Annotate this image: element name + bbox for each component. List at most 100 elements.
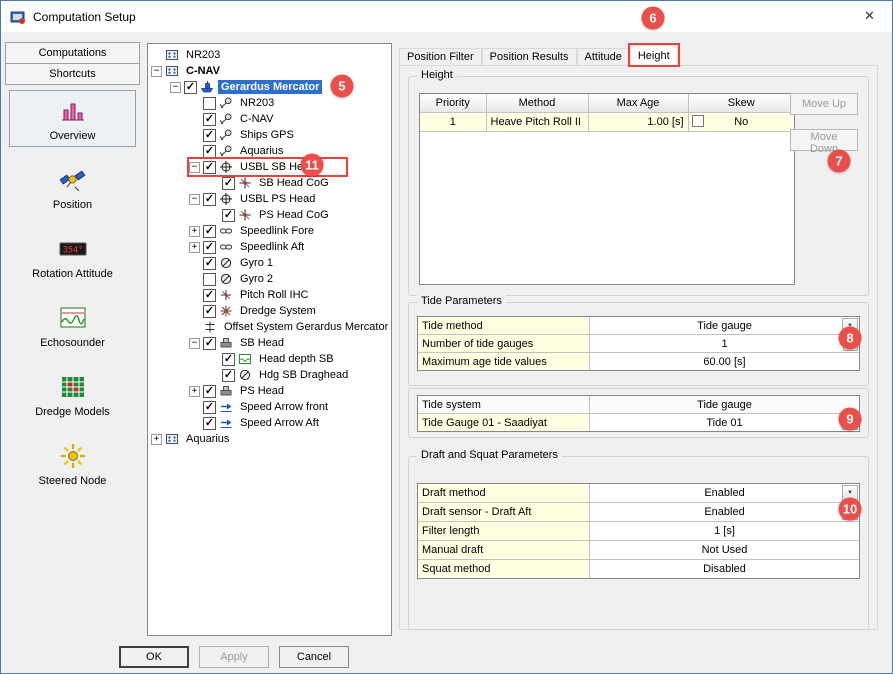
tab-attitude[interactable]: Attitude xyxy=(577,48,630,65)
gyro-icon xyxy=(219,272,234,286)
tree-item-pitch-roll-ihc-15[interactable]: ✓Pitch Roll IHC xyxy=(151,287,391,303)
tree-item-ships-gps-5[interactable]: ✓ Ships GPS xyxy=(151,127,391,143)
param-value[interactable]: 1▲▼ xyxy=(590,335,859,352)
expand-icon[interactable]: + xyxy=(151,434,162,445)
tree-checkbox[interactable]: ✓ xyxy=(203,385,216,398)
dredge-icon xyxy=(219,304,234,318)
tree-item-offset-system-gerardus-mercator-17[interactable]: Offset System Gerardus Mercator xyxy=(151,319,391,335)
tree-item-usbl-sb-head-7[interactable]: −✓USBL SB Head xyxy=(151,159,391,175)
tree-checkbox[interactable]: ✓ xyxy=(222,353,235,366)
tree-item-hdg-sb-draghead-20[interactable]: ✓Hdg SB Draghead xyxy=(151,367,391,383)
tree-item-speedlink-fore-11[interactable]: +✓Speedlink Fore xyxy=(151,223,391,239)
tree-item-c-nav-4[interactable]: ✓C-NAV xyxy=(151,111,391,127)
tree-item-label: PS Head CoG xyxy=(256,208,332,222)
sidebar-item-echosounder[interactable]: Echosounder xyxy=(9,297,136,354)
column-priority: Priority xyxy=(420,94,486,113)
tree-checkbox[interactable]: ✓ xyxy=(203,129,216,142)
tree-checkbox[interactable] xyxy=(203,273,216,286)
param-value[interactable]: Enabled▼ xyxy=(590,503,859,521)
tab-position-filter[interactable]: Position Filter xyxy=(399,48,482,65)
tree-item-gyro-1-13[interactable]: ✓Gyro 1 xyxy=(151,255,391,271)
tree-item-speed-arrow-aft-23[interactable]: ✓Speed Arrow Aft xyxy=(151,415,391,431)
tree-checkbox[interactable]: ✓ xyxy=(222,177,235,190)
tree-item-label: Ships GPS xyxy=(237,128,297,142)
sidebar-item-label: Rotation Attitude xyxy=(10,268,135,280)
tree-item-aquarius-6[interactable]: ✓Aquarius xyxy=(151,143,391,159)
tree-checkbox[interactable]: ✓ xyxy=(203,289,216,302)
param-value[interactable]: Enabled▼ xyxy=(590,484,859,502)
computations-button[interactable]: Computations xyxy=(5,42,140,64)
tree-checkbox[interactable] xyxy=(203,97,216,110)
tree-item-sb-head-cog-8[interactable]: ✓SB Head CoG xyxy=(151,175,391,191)
tree-item-speedlink-aft-12[interactable]: +✓Speedlink Aft xyxy=(151,239,391,255)
tree-checkbox[interactable]: ✓ xyxy=(203,193,216,206)
height-table-row[interactable]: 1Heave Pitch Roll II1.00 [s]No xyxy=(420,113,794,132)
tree-checkbox[interactable]: ✓ xyxy=(203,241,216,254)
tree-item-nr203-0[interactable]: NR203 xyxy=(151,47,391,63)
tree-item-content: +✓ PS Head xyxy=(189,383,287,399)
apply-button[interactable]: Apply xyxy=(199,646,269,668)
tree-item-c-nav-1[interactable]: −C-NAV xyxy=(151,63,391,79)
tree-item-label: PS Head xyxy=(237,384,287,398)
tree-checkbox[interactable]: ✓ xyxy=(203,257,216,270)
tree-checkbox[interactable]: ✓ xyxy=(203,113,216,126)
tree-item-dredge-system-16[interactable]: ✓Dredge System xyxy=(151,303,391,319)
tree-checkbox[interactable]: ✓ xyxy=(222,209,235,222)
tab-position-results[interactable]: Position Results xyxy=(482,48,577,65)
tree-item-ps-head-cog-10[interactable]: ✓ PS Head CoG xyxy=(151,207,391,223)
rotation-icon: 354° xyxy=(10,235,135,263)
tree-checkbox[interactable]: ✓ xyxy=(203,305,216,318)
tree-checkbox[interactable]: ✓ xyxy=(184,81,197,94)
expand-icon[interactable]: + xyxy=(189,242,200,253)
tree-item-usbl-ps-head-9[interactable]: −✓USBL PS Head xyxy=(151,191,391,207)
callout-5: 5 xyxy=(331,75,354,98)
sidebar-item-label: Echosounder xyxy=(10,337,135,349)
tree-item-ps-head-21[interactable]: +✓ PS Head xyxy=(151,383,391,399)
tab-height[interactable]: Height xyxy=(630,45,678,65)
param-value[interactable]: Tide 01▼ xyxy=(590,414,859,431)
tree-checkbox[interactable]: ✓ xyxy=(203,225,216,238)
sidebar-item-dredge-models[interactable]: Dredge Models xyxy=(9,366,136,423)
tree-item-content: −✓Gerardus Mercator xyxy=(170,79,322,95)
sidebar-item-overview[interactable]: Overview xyxy=(9,90,136,147)
skew-checkbox[interactable] xyxy=(692,115,704,127)
tree-checkbox[interactable]: ✓ xyxy=(222,369,235,382)
tree-item-gerardus-mercator-2[interactable]: −✓Gerardus Mercator xyxy=(151,79,391,95)
tree-checkbox[interactable]: ✓ xyxy=(203,161,216,174)
sidebar-item-steered-node[interactable]: Steered Node xyxy=(9,435,136,492)
tree-item-content: −✓SB Head xyxy=(189,335,287,351)
computation-icon xyxy=(165,64,180,78)
sidebar-item-rotation-attitude[interactable]: 354° Rotation Attitude xyxy=(9,228,136,285)
tree-item-head-depth-sb-19[interactable]: ✓Head depth SB xyxy=(151,351,391,367)
tree-checkbox[interactable]: ✓ xyxy=(203,337,216,350)
sidebar-item-position[interactable]: Position xyxy=(9,159,136,216)
callout-11: 11 xyxy=(301,154,324,177)
computation-icon xyxy=(165,432,180,446)
collapse-icon[interactable]: − xyxy=(189,338,200,349)
collapse-icon[interactable]: − xyxy=(189,194,200,205)
tree-checkbox[interactable]: ✓ xyxy=(203,401,216,414)
tree-item-label: Gyro 2 xyxy=(237,272,276,286)
tree-item-nr203-3[interactable]: NR203 xyxy=(151,95,391,111)
tree-item-sb-head-18[interactable]: −✓SB Head xyxy=(151,335,391,351)
tree-item-gyro-2-14[interactable]: Gyro 2 xyxy=(151,271,391,287)
tree-item-speed-arrow-front-22[interactable]: ✓Speed Arrow front xyxy=(151,399,391,415)
collapse-icon[interactable]: − xyxy=(170,82,181,93)
tree-item-aquarius-24[interactable]: +Aquarius xyxy=(151,431,391,447)
echosounder-icon xyxy=(10,304,135,332)
collapse-icon[interactable]: − xyxy=(189,162,200,173)
tide-system-table: Tide systemTide gaugeTide Gauge 01 - Saa… xyxy=(417,395,860,432)
ok-button[interactable]: OK xyxy=(119,646,189,668)
tree-checkbox[interactable]: ✓ xyxy=(203,417,216,430)
shortcuts-button[interactable]: Shortcuts xyxy=(5,63,140,85)
param-value[interactable]: Tide gauge▼ xyxy=(590,317,859,334)
collapse-icon[interactable]: − xyxy=(151,66,162,77)
move-up-button[interactable]: Move Up xyxy=(790,93,858,115)
move-down-button[interactable]: Move Down xyxy=(790,129,858,151)
expand-icon[interactable]: + xyxy=(189,226,200,237)
param-label: Maximum age tide values xyxy=(418,353,590,370)
tree-checkbox[interactable]: ✓ xyxy=(203,145,216,158)
close-icon[interactable]: ✕ xyxy=(847,1,892,31)
cancel-button[interactable]: Cancel xyxy=(279,646,349,668)
expand-icon[interactable]: + xyxy=(189,386,200,397)
